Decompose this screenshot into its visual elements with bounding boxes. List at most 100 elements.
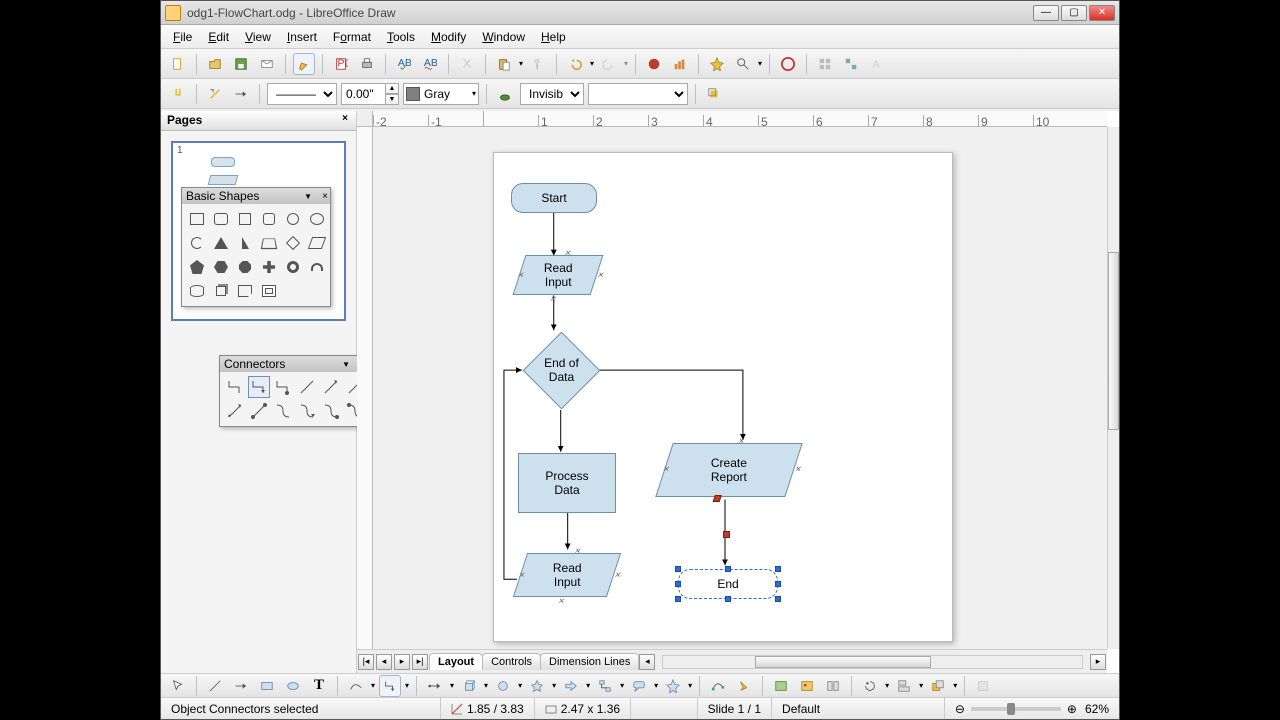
horizontal-scrollbar[interactable] — [662, 655, 1083, 669]
tab-layout[interactable]: Layout — [429, 653, 483, 670]
zoom-out-icon[interactable]: ⊖ — [955, 702, 965, 716]
shape-diamond[interactable] — [282, 232, 304, 254]
line-style-select[interactable]: ———— — [267, 83, 337, 105]
vertical-ruler[interactable] — [357, 127, 373, 649]
shape-end[interactable]: End — [678, 569, 778, 599]
redo-button[interactable] — [598, 53, 620, 75]
menu-insert[interactable]: Insert — [279, 28, 325, 46]
edit-points-tool[interactable] — [707, 675, 729, 697]
arrow-line-tool[interactable] — [230, 675, 252, 697]
connector-tool[interactable] — [379, 675, 401, 697]
shape-trapezoid[interactable] — [258, 232, 280, 254]
line-style-button[interactable] — [204, 83, 226, 105]
menu-file[interactable]: File — [165, 28, 200, 46]
block-arrows-tool[interactable] — [560, 675, 582, 697]
navigator-button[interactable] — [706, 53, 728, 75]
fontwork-tool[interactable] — [770, 675, 792, 697]
format-paintbrush-button[interactable] — [527, 53, 549, 75]
shape-hexagon[interactable] — [210, 256, 232, 278]
shape-ring[interactable] — [282, 256, 304, 278]
arrow-ends-button[interactable] — [230, 83, 252, 105]
paste-button[interactable] — [493, 53, 515, 75]
shape-iso-tri[interactable] — [210, 232, 232, 254]
minimize-button[interactable]: — — [1033, 5, 1059, 21]
align-tool[interactable] — [893, 675, 915, 697]
connectors-panel[interactable]: Connectors ▼× — [219, 355, 369, 427]
ruler-corner[interactable] — [357, 111, 373, 127]
shape-cube[interactable] — [210, 280, 232, 302]
connectors-header[interactable]: Connectors ▼× — [220, 356, 368, 372]
tab-dimension-lines[interactable]: Dimension Lines — [540, 653, 639, 670]
new-button[interactable] — [167, 53, 189, 75]
shape-read-input-2[interactable]: Read Input — [513, 553, 621, 597]
horizontal-ruler[interactable]: -2-112345678910 — [373, 111, 1107, 127]
shape-pentagon[interactable] — [186, 256, 208, 278]
menu-help[interactable]: Help — [533, 28, 574, 46]
guides-button[interactable] — [840, 53, 862, 75]
flowchart-tool[interactable] — [594, 675, 616, 697]
menu-modify[interactable]: Modify — [423, 28, 474, 46]
callouts-tool[interactable] — [628, 675, 650, 697]
status-style[interactable]: Default — [772, 698, 945, 719]
basic-shapes-close[interactable]: × — [322, 191, 328, 202]
basic-shapes-header[interactable]: Basic Shapes ▼× — [182, 188, 330, 204]
shape-rect-round[interactable] — [210, 208, 232, 230]
lines-arrows-tool[interactable] — [424, 675, 446, 697]
shape-frame[interactable] — [258, 280, 280, 302]
line-width-down[interactable]: ▼ — [385, 94, 399, 105]
shape-process[interactable]: Process Data — [518, 453, 616, 513]
connector-gluepoint[interactable] — [723, 531, 730, 538]
symbol-shapes-tool[interactable] — [526, 675, 548, 697]
help-button[interactable] — [777, 53, 799, 75]
hscroll-left[interactable]: ◂ — [639, 654, 655, 670]
pages-panel-close[interactable]: × — [338, 113, 352, 127]
tab-nav-prev[interactable]: ◂ — [376, 654, 392, 670]
shape-right-tri[interactable] — [234, 232, 256, 254]
maximize-button[interactable]: ▢ — [1061, 5, 1087, 21]
shape-circle[interactable] — [282, 208, 304, 230]
connector-9[interactable] — [272, 400, 294, 422]
shape-square-round[interactable] — [258, 208, 280, 230]
email-button[interactable] — [256, 53, 278, 75]
extrusion-tool[interactable] — [972, 675, 994, 697]
basic-shapes-tool[interactable] — [492, 675, 514, 697]
tab-nav-next[interactable]: ▸ — [394, 654, 410, 670]
zoom-value[interactable]: 62% — [1085, 702, 1109, 716]
gallery-tool[interactable] — [822, 675, 844, 697]
line-tool[interactable] — [204, 675, 226, 697]
vertical-scrollbar[interactable] — [1107, 127, 1119, 649]
shape-arc[interactable] — [306, 256, 328, 278]
zoom-button[interactable] — [732, 53, 754, 75]
connector-4[interactable] — [296, 376, 318, 398]
zoom-slider[interactable] — [971, 707, 1061, 711]
connector-10[interactable] — [296, 400, 318, 422]
connector-1[interactable] — [224, 376, 246, 398]
3d-tool[interactable] — [458, 675, 480, 697]
shape-create-report[interactable]: Create Report — [655, 443, 803, 497]
shape-square[interactable] — [234, 208, 256, 230]
menu-window[interactable]: Window — [474, 28, 533, 46]
line-width-up[interactable]: ▲ — [385, 83, 399, 94]
shape-foldedcorner[interactable] — [234, 280, 256, 302]
shape-circle-pie[interactable] — [186, 232, 208, 254]
fill-style-select[interactable]: Invisible — [520, 83, 584, 105]
curve-tool[interactable] — [345, 675, 367, 697]
select-tool[interactable] — [167, 675, 189, 697]
line-width-input[interactable] — [341, 83, 385, 105]
open-button[interactable] — [204, 53, 226, 75]
connector-5[interactable] — [320, 376, 342, 398]
spellcheck-button[interactable]: ABC — [393, 53, 415, 75]
line-color-select[interactable]: Gray ▾ — [403, 83, 479, 105]
zoom-in-icon[interactable]: ⊕ — [1067, 702, 1077, 716]
connector-3[interactable] — [272, 376, 294, 398]
shape-ellipse[interactable] — [306, 208, 328, 230]
fill-color-select[interactable] — [588, 83, 688, 105]
tab-nav-first[interactable]: |◂ — [358, 654, 374, 670]
shape-cross[interactable] — [258, 256, 280, 278]
autospellcheck-button[interactable]: ABC — [419, 53, 441, 75]
connector-7[interactable] — [224, 400, 246, 422]
zoom-controls[interactable]: ⊖ ⊕ 62% — [945, 698, 1119, 719]
helplines-button[interactable]: A — [866, 53, 888, 75]
text-tool[interactable]: T — [308, 675, 330, 697]
menu-edit[interactable]: Edit — [200, 28, 237, 46]
